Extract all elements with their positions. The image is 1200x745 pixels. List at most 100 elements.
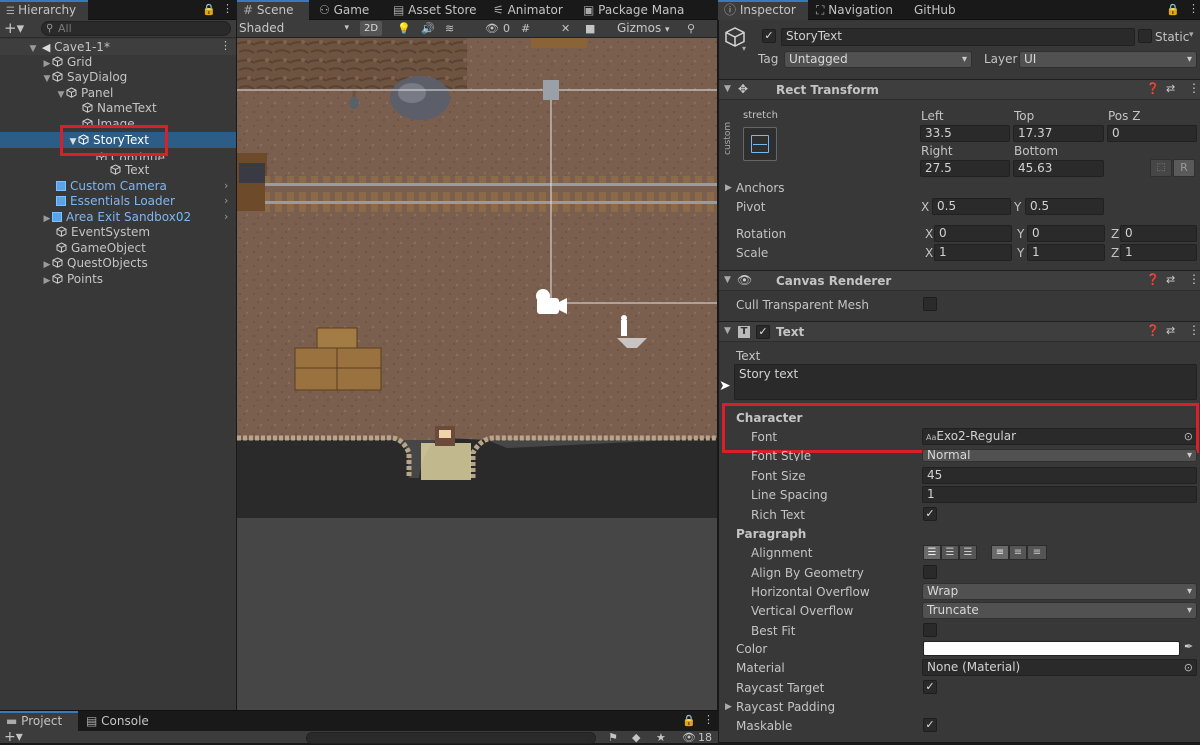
add-icon[interactable]: +▾	[4, 20, 24, 37]
color-swatch[interactable]	[923, 641, 1180, 656]
add-icon[interactable]: +▾	[4, 730, 23, 744]
rect-right-field[interactable]: 27.5	[920, 160, 1010, 177]
anchors-label[interactable]: Anchors	[736, 180, 785, 196]
component-menu-icon[interactable]: ⋮	[1188, 272, 1200, 286]
rotation-y-field[interactable]: 0	[1027, 225, 1105, 242]
raw-edit-button[interactable]: R	[1173, 159, 1195, 177]
align-right-button[interactable]: ☰	[959, 545, 977, 560]
rich-text-checkbox[interactable]: ✓	[923, 507, 937, 521]
hierarchy-item-saydialog[interactable]: ▼ SayDialog	[42, 69, 128, 85]
preset-icon[interactable]: ⇄	[1166, 273, 1175, 286]
label-icon[interactable]: ◆	[632, 731, 640, 744]
pivot-y-field[interactable]: 0.5	[1025, 198, 1104, 215]
static-dropdown-icon[interactable]: ▾	[1189, 30, 1194, 40]
rect-top-field[interactable]: 17.37	[1013, 125, 1104, 142]
hierarchy-item-panel[interactable]: ▼ Panel	[56, 85, 114, 103]
align-bottom-button[interactable]: ≡	[1027, 545, 1047, 560]
help-icon[interactable]: ❓	[1146, 273, 1160, 286]
component-menu-icon[interactable]: ⋮	[1188, 81, 1200, 95]
hierarchy-item-text[interactable]: Text	[110, 162, 149, 178]
effects-icon[interactable]: ≋	[445, 22, 454, 35]
rotation-x-field[interactable]: 0	[934, 225, 1012, 242]
scene-menu-icon[interactable]: ⋮	[220, 39, 231, 52]
line-spacing-field[interactable]: 1	[922, 486, 1197, 503]
hierarchy-item-continue[interactable]: Continue	[96, 150, 165, 160]
font-style-dropdown[interactable]: Normal	[922, 449, 1197, 462]
hierarchy-item-grid[interactable]: ▶ Grid	[42, 54, 93, 70]
project-search-input[interactable]	[306, 732, 596, 744]
lock-icon[interactable]: 🔒	[202, 3, 216, 16]
rect-bottom-field[interactable]: 45.63	[1013, 160, 1104, 177]
component-menu-icon[interactable]: ⋮	[1188, 323, 1200, 337]
align-top-button[interactable]: ≡	[991, 545, 1009, 560]
v-overflow-dropdown[interactable]: Truncate	[922, 602, 1197, 619]
raycast-padding-label[interactable]: Raycast Padding	[736, 699, 835, 715]
lighting-icon[interactable]: 💡	[397, 22, 411, 35]
object-picker-icon[interactable]: ⊙	[1184, 429, 1193, 444]
hierarchy-item-storytext[interactable]: ▼ StoryText	[68, 132, 149, 148]
hierarchy-item-image[interactable]: Image	[82, 116, 135, 126]
menu-dots-icon[interactable]: ⋮	[222, 2, 233, 15]
scene-canvas[interactable]	[237, 38, 717, 710]
lock-icon[interactable]: 🔒	[682, 714, 696, 727]
audio-icon[interactable]: 🔊	[421, 22, 435, 35]
rect-left-field[interactable]: 33.5	[920, 125, 1010, 142]
visibility-icon[interactable]: 👁	[485, 22, 499, 35]
preset-icon[interactable]: ⇄	[1166, 82, 1175, 95]
icon-chevron-down-icon[interactable]: ▾	[742, 44, 746, 53]
tab-github[interactable]: GitHub	[908, 0, 964, 20]
2d-toggle[interactable]: 2D	[360, 21, 382, 36]
align-geometry-checkbox[interactable]	[923, 565, 937, 579]
gizmos-dropdown[interactable]: Gizmos ▾	[617, 20, 670, 39]
material-object-field[interactable]: None (Material) ⊙	[922, 659, 1197, 676]
collapsed-arrow-icon[interactable]: ▶	[42, 211, 52, 227]
foldout-arrow-icon[interactable]: ▼	[724, 275, 731, 285]
expand-arrow-icon[interactable]: ▼	[28, 41, 38, 57]
tab-package-manager[interactable]: ▣ Package Mana	[577, 0, 717, 20]
scale-z-field[interactable]: 1	[1120, 244, 1197, 261]
foldout-arrow-icon[interactable]: ▼	[724, 84, 731, 94]
eyedropper-icon[interactable]: ✒	[1184, 640, 1193, 653]
static-checkbox[interactable]	[1138, 29, 1152, 43]
grid-snap-icon[interactable]: #	[521, 22, 530, 35]
layer-dropdown[interactable]: UI	[1019, 51, 1197, 68]
tools-icon[interactable]: ✕	[561, 22, 570, 35]
star-icon[interactable]: ★	[656, 731, 666, 744]
chevron-right-icon[interactable]: ›	[224, 210, 228, 223]
tag-dropdown[interactable]: Untagged	[784, 51, 972, 68]
cull-transparent-checkbox[interactable]	[923, 297, 937, 311]
menu-dots-icon[interactable]: ⋮	[703, 713, 714, 726]
tab-animator[interactable]: ⚟ Animator	[487, 0, 571, 20]
active-checkbox[interactable]: ✓	[762, 29, 776, 43]
raycast-target-checkbox[interactable]: ✓	[923, 680, 937, 694]
rotation-z-field[interactable]: 0	[1120, 225, 1197, 242]
tab-inspector[interactable]: ⓘ Inspector	[718, 0, 808, 20]
maskable-checkbox[interactable]: ✓	[923, 718, 937, 732]
search-icon[interactable]: ⚲	[687, 22, 695, 35]
anchor-preset-button[interactable]	[743, 127, 777, 161]
tab-console[interactable]: ▤ Console	[80, 711, 157, 731]
expanded-arrow-icon[interactable]: ▼	[56, 87, 66, 103]
hierarchy-item-custom-camera[interactable]: Custom Camera	[56, 178, 167, 194]
align-left-button[interactable]: ☰	[923, 545, 941, 560]
text-value-area[interactable]: Story text	[734, 364, 1197, 400]
hierarchy-item-eventsystem[interactable]: EventSystem	[56, 224, 150, 240]
tab-game[interactable]: ⚇ Game	[313, 0, 377, 20]
hierarchy-item-area-exit[interactable]: ▶ Area Exit Sandbox02	[42, 209, 192, 227]
lock-icon[interactable]: 🔒	[1166, 3, 1180, 16]
tab-project[interactable]: ▬ Project	[0, 711, 78, 731]
align-center-button[interactable]: ☰	[941, 545, 959, 560]
blueprint-mode-button[interactable]: ⬚	[1150, 159, 1172, 177]
tab-scene[interactable]: # Scene	[237, 0, 309, 20]
hierarchy-item-points[interactable]: ▶ Points	[42, 271, 104, 287]
hierarchy-search-input[interactable]: ⚲ All	[41, 21, 231, 36]
foldout-arrow-icon[interactable]: ▼	[724, 326, 731, 336]
font-object-field[interactable]: AaExo2-Regular ⊙	[922, 428, 1197, 445]
preset-icon[interactable]: ⇄	[1166, 324, 1175, 337]
shading-mode-dropdown[interactable]: Shaded ▾	[239, 20, 353, 37]
raycast-padding-foldout-icon[interactable]: ▶	[725, 702, 732, 712]
chevron-right-icon[interactable]: ›	[224, 179, 228, 192]
object-picker-icon[interactable]: ⊙	[1184, 660, 1193, 675]
hierarchy-item-essentials-loader[interactable]: Essentials Loader	[56, 193, 175, 209]
tab-asset-store[interactable]: ▤ Asset Store	[387, 0, 485, 20]
